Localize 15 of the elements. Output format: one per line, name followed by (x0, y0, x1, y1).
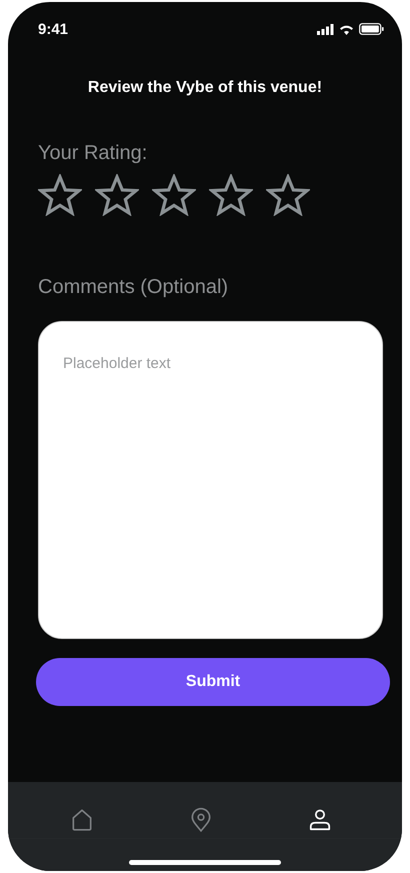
comments-field[interactable]: Placeholder text (38, 321, 383, 639)
submit-button[interactable]: Submit (36, 658, 390, 706)
signal-icon (317, 24, 334, 34)
star-icon[interactable] (95, 174, 139, 216)
page-title: Review the Vybe of this venue! (88, 79, 322, 97)
star-icon[interactable] (209, 174, 253, 216)
wifi-icon (339, 24, 354, 34)
comments-label: Comments (Optional) (38, 276, 228, 299)
star-rating[interactable] (38, 174, 310, 216)
star-icon[interactable] (152, 174, 196, 216)
star-icon[interactable] (38, 174, 82, 216)
star-icon[interactable] (266, 174, 310, 216)
status-time: 9:41 (38, 20, 68, 38)
battery-icon (359, 23, 384, 35)
rating-label: Your Rating: (38, 142, 148, 165)
